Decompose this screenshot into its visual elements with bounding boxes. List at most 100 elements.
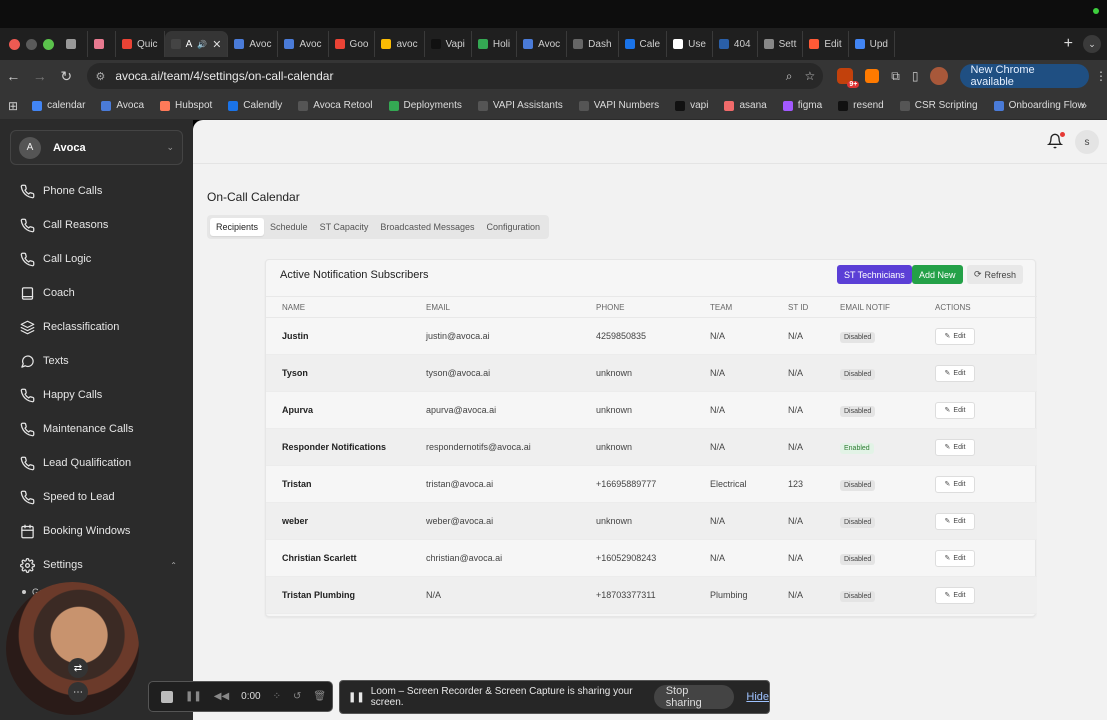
bookmark-item[interactable]: asana bbox=[724, 100, 767, 111]
edit-button[interactable]: ✎ Edit bbox=[935, 327, 975, 345]
browser-tab[interactable]: Avoc bbox=[228, 31, 279, 57]
user-avatar[interactable]: s bbox=[1075, 130, 1099, 154]
bookmark-item[interactable]: Calendly bbox=[228, 100, 282, 111]
site-info-icon[interactable]: ⚙ bbox=[95, 70, 105, 83]
workspace-switcher[interactable]: A Avoca ⌄ bbox=[10, 130, 183, 165]
browser-tab[interactable]: Vapi bbox=[425, 31, 472, 57]
loom-stop-button[interactable] bbox=[161, 690, 173, 703]
bookmark-item[interactable]: VAPI Numbers bbox=[578, 100, 659, 111]
back-icon[interactable]: ← bbox=[0, 68, 26, 84]
sidebar-item-maintenance-calls[interactable]: Maintenance Calls bbox=[0, 412, 193, 446]
bookmark-item[interactable]: Deployments bbox=[388, 100, 462, 111]
tab-schedule[interactable]: Schedule bbox=[264, 218, 314, 236]
edit-button[interactable]: ✎ Edit bbox=[935, 475, 975, 493]
more-menu-icon[interactable]: ⋮ bbox=[1095, 69, 1107, 83]
browser-tab[interactable]: Upd bbox=[849, 31, 895, 57]
loom-flip-icon[interactable]: ⇄ bbox=[68, 658, 88, 678]
edit-button[interactable]: ✎ Edit bbox=[935, 586, 975, 604]
loom-trash-icon[interactable]: 🗑 bbox=[313, 691, 326, 702]
sidebar-item-booking-windows[interactable]: Booking Windows bbox=[0, 514, 193, 548]
sidebar-item-coach[interactable]: Coach bbox=[0, 276, 193, 310]
bookmark-item[interactable]: VAPI Assistants bbox=[477, 100, 563, 111]
loom-camera-bubble[interactable]: ⇄ ⋯ bbox=[6, 582, 139, 715]
browser-tab[interactable]: Use bbox=[667, 31, 713, 57]
omnibox[interactable]: ⚙ avoca.ai/team/4/settings/on-call-calen… bbox=[87, 63, 824, 89]
bookmark-item[interactable]: Onboarding Flow bbox=[993, 100, 1085, 111]
browser-tab[interactable]: Dash bbox=[567, 31, 619, 57]
zoom-icon[interactable]: ⌕ bbox=[786, 69, 793, 84]
new-tab-button[interactable]: + bbox=[1054, 35, 1083, 53]
browser-tab[interactable]: Edit bbox=[803, 31, 849, 57]
sidepanel-icon[interactable]: ▯ bbox=[912, 69, 919, 83]
workspace-name: Avoca bbox=[53, 141, 86, 154]
sidebar-item-call-logic[interactable]: Call Logic bbox=[0, 242, 193, 276]
reload-icon[interactable]: ↻ bbox=[53, 68, 79, 85]
sidebar-item-settings[interactable]: Settings ⌃ bbox=[0, 548, 193, 582]
browser-tab[interactable]: Cale bbox=[619, 31, 668, 57]
browser-tab[interactable]: Quic bbox=[116, 31, 165, 57]
edit-button[interactable]: ✎ Edit bbox=[935, 512, 975, 530]
edit-button[interactable]: ✎ Edit bbox=[935, 401, 975, 419]
stop-sharing-button[interactable]: Stop sharing bbox=[653, 685, 735, 709]
browser-tab[interactable]: Avoc bbox=[517, 31, 568, 57]
url-text[interactable]: avoca.ai/team/4/settings/on-call-calenda… bbox=[115, 69, 773, 83]
browser-tab[interactable]: Avoc bbox=[278, 31, 329, 57]
bookmark-item[interactable]: Avoca Retool bbox=[298, 100, 373, 111]
edit-button[interactable]: ✎ Edit bbox=[935, 549, 975, 567]
new-chrome-button[interactable]: New Chrome available bbox=[960, 64, 1090, 88]
bookmark-item[interactable]: CSR Scripting bbox=[899, 100, 978, 111]
loom-more-icon[interactable]: ⋯ bbox=[68, 682, 88, 702]
bookmark-item[interactable]: vapi bbox=[675, 100, 708, 111]
forward-icon[interactable]: → bbox=[26, 68, 52, 84]
close-tab-icon[interactable]: ✕ bbox=[212, 38, 221, 51]
puzzle-icon[interactable]: ⧉ bbox=[891, 69, 900, 84]
tab-broadcasted-messages[interactable]: Broadcasted Messages bbox=[374, 218, 480, 236]
bookmark-item[interactable]: figma bbox=[782, 100, 822, 111]
bookmark-star-icon[interactable]: ☆ bbox=[805, 69, 816, 83]
edit-button[interactable]: ✎ Edit bbox=[935, 364, 975, 382]
sidebar-item-lead-qualification[interactable]: Lead Qualification bbox=[0, 446, 193, 480]
browser-tab[interactable]: Sett bbox=[758, 31, 804, 57]
cell-phone: unknown bbox=[596, 516, 633, 526]
tab-recipients[interactable]: Recipients bbox=[210, 218, 265, 236]
bookmark-item[interactable]: resend bbox=[838, 100, 884, 111]
maximize-window-button[interactable] bbox=[43, 38, 54, 50]
sidebar-item-phone-calls[interactable]: Phone Calls bbox=[0, 174, 193, 208]
apps-grid-icon[interactable]: ⊞ bbox=[8, 99, 18, 113]
loom-draw-icon[interactable]: ⁘ bbox=[273, 691, 281, 702]
close-window-button[interactable] bbox=[9, 38, 20, 50]
chevron-up-icon[interactable]: ⌃ bbox=[170, 561, 177, 570]
browser-tab[interactable]: Goo bbox=[329, 31, 376, 57]
browser-tab[interactable]: A 🔊 ✕ bbox=[164, 31, 229, 57]
sidebar-item-happy-calls[interactable]: Happy Calls bbox=[0, 378, 193, 412]
browser-tab[interactable]: 404 bbox=[713, 31, 758, 57]
refresh-button[interactable]: ⟳ Refresh bbox=[967, 265, 1024, 284]
sidebar-item-call-reasons[interactable]: Call Reasons bbox=[0, 208, 193, 242]
bookmark-item[interactable]: calendar bbox=[32, 100, 85, 111]
st-technicians-button[interactable]: ST Technicians bbox=[837, 265, 912, 284]
tab-search-icon[interactable]: ⌄ bbox=[1083, 35, 1101, 53]
edit-button[interactable]: ✎ Edit bbox=[935, 438, 975, 456]
audio-icon[interactable]: 🔊 bbox=[197, 40, 207, 49]
minimize-window-button[interactable] bbox=[26, 38, 37, 50]
bookmark-item[interactable]: Avoca bbox=[101, 100, 144, 111]
add-new-button[interactable]: Add New bbox=[912, 265, 963, 284]
sidebar-item-texts[interactable]: Texts bbox=[0, 344, 193, 378]
extension-icon[interactable]: 9+ bbox=[837, 68, 860, 88]
loom-rewind-icon[interactable]: ◀◀ bbox=[214, 691, 229, 702]
bookmark-item[interactable]: Hubspot bbox=[160, 100, 212, 111]
loom-pause-icon[interactable]: ❚❚ bbox=[185, 691, 202, 702]
hubspot-extension-icon[interactable] bbox=[865, 69, 880, 83]
sidebar-item-speed-to-lead[interactable]: Speed to Lead bbox=[0, 480, 193, 514]
hide-link[interactable]: Hide bbox=[746, 691, 769, 703]
browser-tab[interactable]: avoc bbox=[375, 31, 425, 57]
browser-tab[interactable] bbox=[88, 31, 116, 57]
profile-avatar[interactable] bbox=[930, 67, 949, 85]
loom-restart-icon[interactable]: ↺ bbox=[293, 691, 301, 702]
sidebar-item-reclassification[interactable]: Reclassification bbox=[0, 310, 193, 344]
tab-configuration[interactable]: Configuration bbox=[480, 218, 546, 236]
browser-tab[interactable]: Holi bbox=[472, 31, 518, 57]
browser-tab[interactable] bbox=[60, 31, 88, 57]
bookmarks-overflow-icon[interactable]: » bbox=[1081, 100, 1087, 112]
tab-st-capacity[interactable]: ST Capacity bbox=[314, 218, 375, 236]
